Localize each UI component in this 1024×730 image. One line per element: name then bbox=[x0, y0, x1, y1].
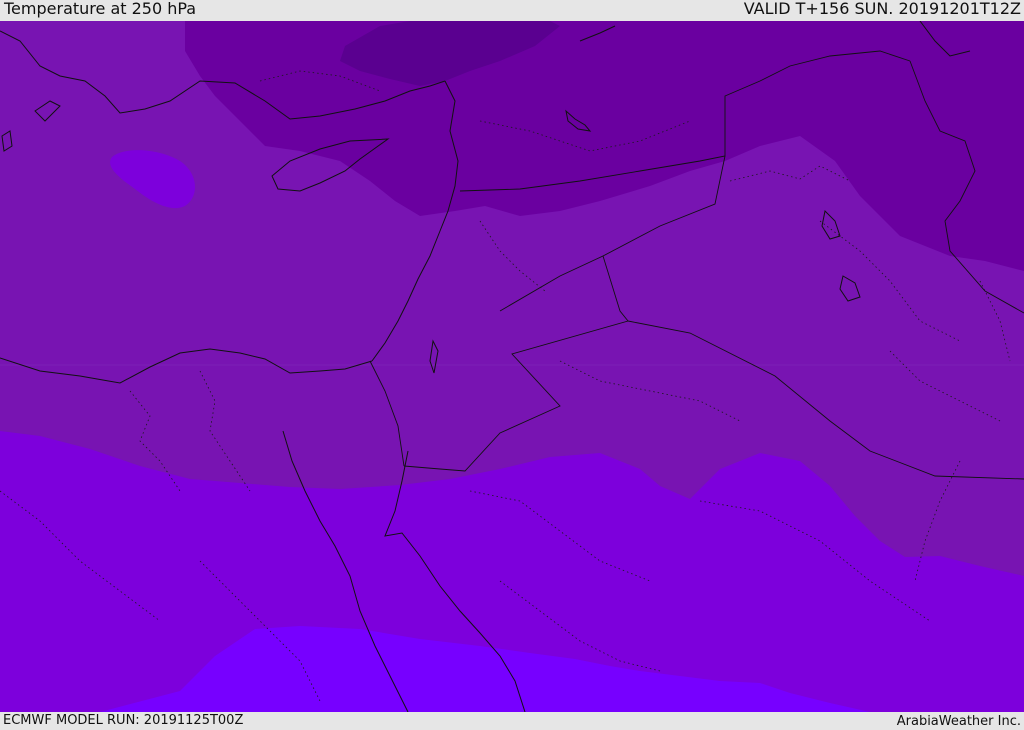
model-run: ECMWF MODEL RUN: 20191125T00Z bbox=[3, 713, 244, 728]
map-title: Temperature at 250 hPa bbox=[4, 0, 197, 18]
credit-text: ArabiaWeather Inc. bbox=[896, 714, 1021, 729]
valid-time: VALID T+156 SUN. 20191201T12Z bbox=[743, 0, 1021, 18]
map-canvas[interactable] bbox=[0, 21, 1024, 712]
temperature-map bbox=[0, 21, 1024, 712]
footer-bar: ECMWF MODEL RUN: 20191125T00Z ArabiaWeat… bbox=[0, 712, 1024, 729]
header-bar: Temperature at 250 hPa VALID T+156 SUN. … bbox=[0, 0, 1024, 21]
